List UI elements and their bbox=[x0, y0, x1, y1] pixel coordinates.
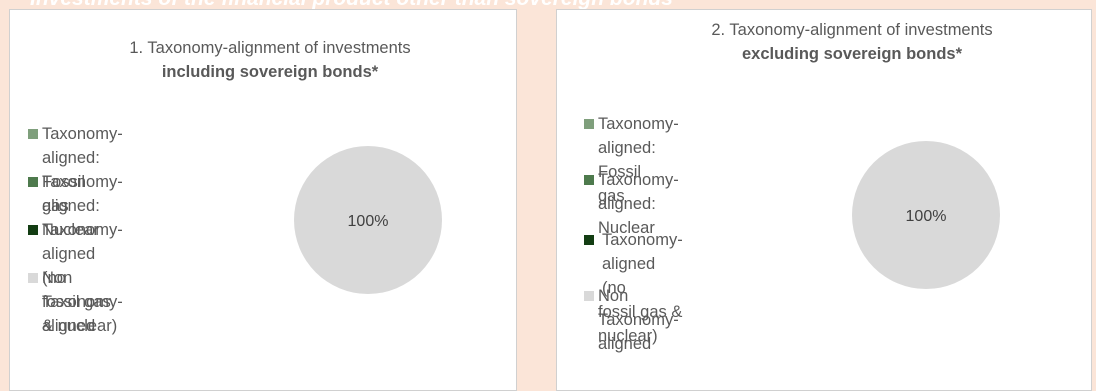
chart-panel-including-sovereign: 1. Taxonomy-alignment of investments inc… bbox=[9, 9, 517, 391]
legend-item-non-aligned: Non Taxonomy-aligned bbox=[28, 266, 123, 338]
legend-item-non-aligned: Non Taxonomy-aligned bbox=[584, 284, 679, 356]
chart-title-line2: including sovereign bonds* bbox=[161, 63, 379, 81]
legend-swatch bbox=[584, 291, 594, 301]
pie-chart: 100% bbox=[294, 146, 442, 294]
header-partial-text: Investments of the financial product oth… bbox=[30, 0, 1070, 9]
pie-data-label: 100% bbox=[348, 213, 389, 230]
chart-title-line1: 1. Taxonomy-alignment of investments bbox=[129, 39, 411, 57]
legend-swatch bbox=[28, 129, 38, 139]
legend-swatch bbox=[28, 177, 38, 187]
chart-title: 1. Taxonomy-alignment of investments inc… bbox=[30, 36, 510, 84]
chart-title-line1: 2. Taxonomy-alignment of investments bbox=[711, 21, 993, 39]
legend-swatch bbox=[584, 119, 594, 129]
legend-swatch bbox=[28, 225, 38, 235]
pie-chart: 100% bbox=[852, 141, 1000, 289]
legend-label-line1: Non Taxonomy-aligned bbox=[598, 287, 679, 353]
chart-title: 2. Taxonomy-alignment of investments exc… bbox=[617, 18, 1087, 66]
legend-swatch bbox=[28, 273, 38, 283]
pie-data-label: 100% bbox=[906, 208, 947, 225]
legend-swatch bbox=[584, 175, 594, 185]
legend-label-line1: Non Taxonomy-aligned bbox=[42, 269, 123, 335]
chart-panel-excluding-sovereign: 2. Taxonomy-alignment of investments exc… bbox=[556, 9, 1092, 391]
legend-label-line1: Taxonomy-aligned: bbox=[42, 173, 123, 215]
chart-title-line2: excluding sovereign bonds* bbox=[741, 45, 963, 63]
legend-swatch bbox=[584, 235, 594, 245]
